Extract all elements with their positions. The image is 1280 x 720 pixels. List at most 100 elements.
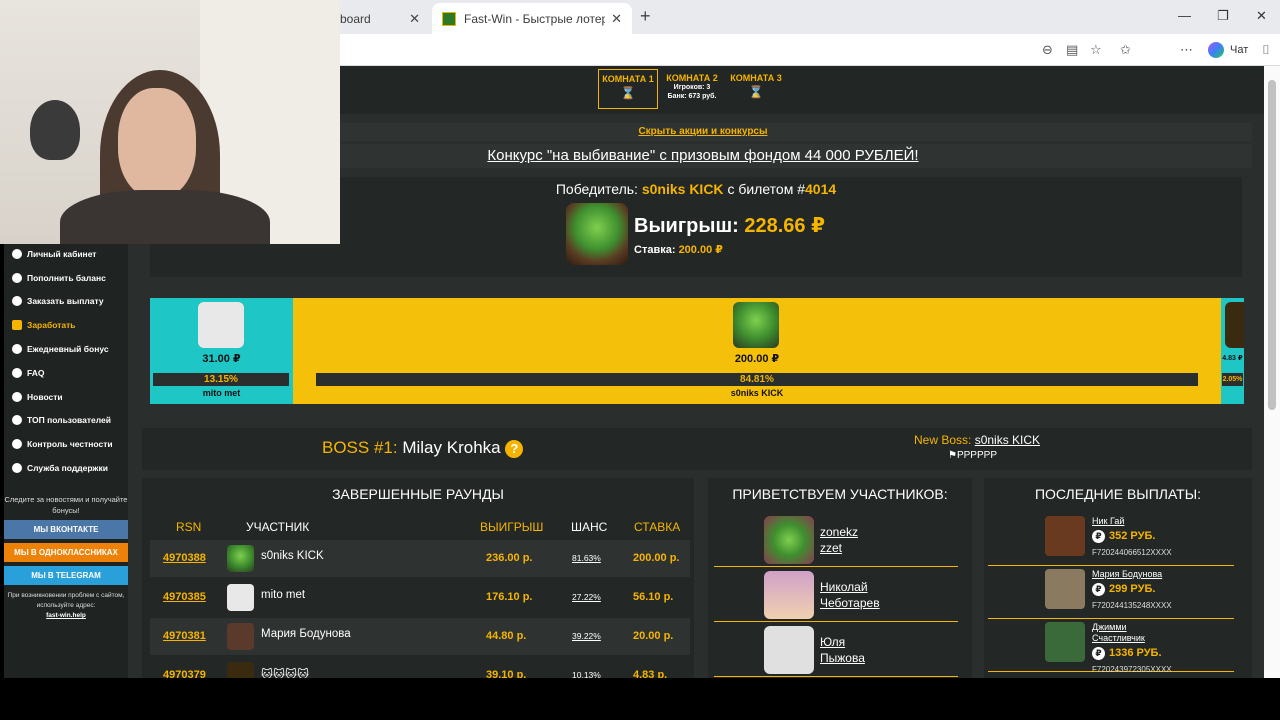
sidebar-item-faq[interactable]: FAQ (4, 361, 128, 385)
table-row[interactable]: 4970385 mito met 176.10 р. 27.22% 56.10 … (150, 579, 690, 616)
room-players: Игроков: 3 (673, 84, 711, 91)
stake: Ставка: 200.00 ₽ (634, 243, 723, 256)
player-avatar (227, 545, 254, 572)
sidebar-item-label: Новости (27, 391, 63, 402)
sidebar-item-label: Пополнить баланс (27, 272, 106, 283)
new-boss-name[interactable]: s0niks KICK (975, 433, 1040, 447)
section-title: ПОСЛЕДНИЕ ВЫПЛАТЫ: (1034, 486, 1202, 502)
win-amount: 236.00 р. (486, 552, 533, 564)
sidebar-item-withdraw[interactable]: Заказать выплату (4, 290, 128, 314)
room-tab-1[interactable]: КОМНАТА 1 ⌛ (598, 69, 658, 109)
user-avatar (1045, 569, 1085, 609)
scrollbar[interactable] (1264, 66, 1280, 678)
sidebar-item-news[interactable]: Новости (4, 385, 128, 409)
bet-amount: 4.83 ₽ (1222, 355, 1243, 362)
room-tab-3[interactable]: КОМНАТА 3 ⌛ (726, 69, 786, 109)
favorites-icon[interactable]: ✩ (1120, 42, 1131, 58)
stake-amount: 4.83 р. (633, 669, 668, 678)
round-id-link[interactable]: 4970379 (163, 669, 206, 678)
room-label: КОМНАТА 3 (730, 73, 782, 83)
user-name: Николай Чеботарев (820, 580, 880, 610)
globe-icon (12, 463, 22, 474)
stake-amount: 20.00 р. (633, 630, 674, 642)
welcome-user[interactable]: zonekz zzet (714, 512, 958, 567)
webcam-person-body (60, 190, 270, 244)
round-id-link[interactable]: 4970385 (163, 591, 206, 603)
column-header: УЧАСТНИК (246, 520, 310, 534)
browser-tab-fastwin[interactable]: Fast-Win - Быстрые лотереи! Ком ✕ (432, 3, 632, 34)
sidebar: Личный кабинет Пополнить баланс Заказать… (4, 242, 128, 678)
tab-title: Fast-Win - Быстрые лотереи! Ком (464, 11, 606, 26)
payout-card: F720244135248XXXX (1092, 601, 1172, 610)
payout-user[interactable]: Джимми Счастливчик (1092, 622, 1172, 644)
sidebar-item-support[interactable]: Служба поддержки (4, 456, 128, 480)
stake-label: Ставка: (634, 244, 676, 256)
room-selector: КОМНАТА 1 ⌛ КОМНАТА 2 Игроков: 3 Банк: 6… (598, 69, 786, 109)
user-icon (12, 248, 22, 259)
ruble-icon: ₽ (1092, 583, 1105, 596)
bet-amount: 31.00 ₽ (202, 353, 241, 365)
room-tab-2[interactable]: КОМНАТА 2 Игроков: 3 Банк: 673 руб. (662, 69, 722, 109)
ruble-icon: ₽ (1092, 647, 1105, 660)
stake-amount: 200.00 р. (633, 552, 680, 564)
user-avatar (1045, 516, 1085, 556)
round-id-link[interactable]: 4970388 (163, 552, 206, 564)
sidebar-item-label: Контроль честности (27, 439, 113, 450)
boss-info: BOSS #1: Milay Krohka ? (322, 438, 524, 458)
bet-percent: 2.05% (1222, 373, 1243, 386)
new-boss: New Boss: s0niks KICK (914, 433, 1040, 447)
new-boss-label: New Boss: (914, 433, 972, 447)
payout-amount: ₽1336 РУБ. (1092, 647, 1162, 660)
welcome-user[interactable]: Николай Чеботарев (714, 567, 958, 622)
ok-button[interactable]: МЫ В ОДНОКЛАССНИКАХ (4, 542, 128, 562)
room-bank: Банк: 673 руб. (667, 93, 717, 100)
more-icon[interactable]: ⋯ (1180, 42, 1193, 58)
sidebar-item-label: ТОП пользователей (27, 415, 111, 426)
user-avatar (764, 516, 814, 564)
copilot-chat-button[interactable]: Чат (1208, 42, 1248, 58)
bet-distribution-bar: 31.00 ₽ 13.15% mito met 200.00 ₽ 84.81% … (150, 298, 1244, 404)
user-name: Юля Пыжова (820, 635, 865, 665)
win-amount: 44.80 р. (486, 630, 527, 642)
question-icon (12, 367, 22, 378)
sidebar-toggle-icon[interactable]: ⌷ (1262, 42, 1270, 58)
payout-user[interactable]: Мария Бодунова (1092, 569, 1232, 580)
bet-percent: 84.81% (316, 373, 1198, 386)
plus-icon[interactable]: + (640, 6, 651, 27)
player-avatar (227, 623, 254, 650)
table-row[interactable]: 4970379 🐱🐱🐱🐱 39.10 р. 10.13% 4.83 р. (150, 657, 690, 678)
browser-tab-dashboard[interactable]: board ✕ (330, 3, 430, 34)
sidebar-item-top-users[interactable]: ТОП пользователей (4, 409, 128, 433)
zoom-icon[interactable]: ⊖ (1042, 42, 1053, 58)
close-icon[interactable]: ✕ (409, 11, 420, 27)
sidebar-item-deposit[interactable]: Пополнить баланс (4, 266, 128, 290)
star-icon[interactable]: ☆ (1090, 42, 1102, 58)
reader-icon[interactable]: ▤ (1066, 42, 1078, 58)
sidebar-item-fairness[interactable]: Контроль честности (4, 432, 128, 456)
minimize-icon[interactable]: — (1178, 8, 1191, 23)
vk-button[interactable]: МЫ ВКОНТАКТЕ (4, 519, 128, 539)
player-avatar (1225, 302, 1244, 348)
alt-address-link[interactable]: fast-win.help (46, 612, 86, 619)
telegram-button[interactable]: МЫ В TELEGRAM (4, 565, 128, 585)
scrollbar-thumb[interactable] (1268, 80, 1276, 410)
table-row[interactable]: 4970388 s0niks KICK 236.00 р. 81.63% 200… (150, 540, 690, 577)
room-label: КОМНАТА 2 (666, 73, 718, 83)
question-icon[interactable]: ? (505, 439, 524, 458)
winner-name[interactable]: s0niks KICK (642, 181, 724, 197)
section-title: ЗАВЕРШЕННЫЕ РАУНДЫ (332, 486, 504, 502)
payout-user[interactable]: Ник Гай (1092, 516, 1232, 527)
round-id-link[interactable]: 4970381 (163, 630, 206, 642)
table-row[interactable]: 4970381 Мария Бодунова 44.80 р. 39.22% 2… (150, 618, 690, 655)
screen-bottom (0, 678, 1280, 720)
sidebar-item-earn[interactable]: Заработать (4, 313, 128, 337)
bet-amount: 200.00 ₽ (734, 353, 780, 365)
sidebar-item-daily-bonus[interactable]: Ежедневный бонус (4, 337, 128, 361)
chance: 81.63% (572, 553, 601, 563)
close-icon[interactable]: ✕ (611, 11, 622, 27)
sidebar-item-account[interactable]: Личный кабинет (4, 242, 128, 266)
maximize-icon[interactable]: ❐ (1217, 8, 1229, 24)
window-close-icon[interactable]: ✕ (1256, 8, 1267, 24)
welcome-user[interactable]: Юля Пыжова (714, 622, 958, 677)
trophy-icon (12, 415, 22, 426)
